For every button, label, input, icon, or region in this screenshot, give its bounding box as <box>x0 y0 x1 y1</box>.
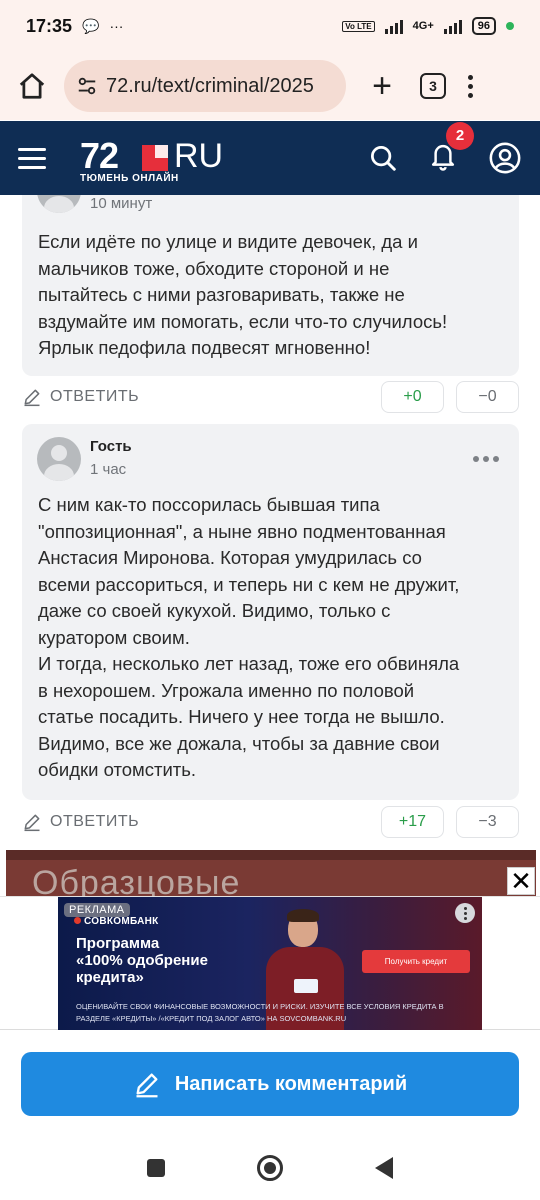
ad-banner[interactable]: РЕКЛАМА СОВКОМБАНК Программа «100% одобр… <box>58 897 482 1030</box>
chat-bubble-icon: 💬 <box>82 17 100 34</box>
site-settings-icon[interactable] <box>76 75 98 97</box>
write-comment-button[interactable]: Написать комментарий <box>21 1052 519 1116</box>
home-icon <box>19 73 45 99</box>
status-time: 17:35 <box>26 15 73 36</box>
comment-text: С ним как-то поссорилась бывшая типа "оп… <box>38 494 460 780</box>
comment-actions: ОТВЕТИТЬ +0 −0 <box>22 381 519 413</box>
hamburger-menu-icon[interactable] <box>18 147 46 169</box>
write-comment-label: Написать комментарий <box>174 1072 408 1095</box>
reply-button[interactable]: ОТВЕТИТЬ <box>22 812 139 832</box>
comment-time: 1 час <box>90 461 127 478</box>
reply-label: ОТВЕТИТЬ <box>50 388 140 405</box>
ad-fine-print: ОЦЕНИВАЙТЕ СВОИ ФИНАНСОВЫЕ ВОЗМОЖНОСТИ И… <box>76 1002 444 1023</box>
pencil-icon <box>136 1073 158 1098</box>
avatar <box>37 437 81 481</box>
new-tab-button[interactable]: + <box>364 68 400 104</box>
pencil-icon <box>24 389 40 407</box>
upvote-button[interactable]: +0 <box>381 381 444 413</box>
more-options-icon[interactable] <box>473 456 499 462</box>
status-bar: 17:35 💬 ··· Vo LTE 4G+ 96 <box>0 0 540 52</box>
notifications-button[interactable]: 2 <box>428 121 474 177</box>
signal-icon-2 <box>443 18 462 34</box>
network-type-label: 4G+ <box>412 20 434 32</box>
downvote-button[interactable]: −3 <box>456 806 519 838</box>
close-ad-button[interactable]: ✕ <box>507 867 535 895</box>
recent-apps-icon[interactable] <box>147 1159 165 1177</box>
comment-actions: ОТВЕТИТЬ +17 −3 <box>22 806 519 838</box>
reply-button[interactable]: ОТВЕТИТЬ <box>22 387 139 407</box>
reply-label: ОТВЕТИТЬ <box>50 813 140 830</box>
user-account-icon[interactable] <box>488 141 522 175</box>
signal-icon <box>384 18 403 34</box>
comment-author: Гость <box>90 438 132 455</box>
ad-image-strip[interactable]: Образцовые <box>6 850 536 896</box>
browser-menu-button[interactable] <box>468 74 473 98</box>
system-nav-bar <box>0 1136 540 1200</box>
downvote-button[interactable]: −0 <box>456 381 519 413</box>
ad-cta-button[interactable]: Получить кредит <box>362 950 470 973</box>
comments-list: 10 минут Если идёте по улице и видите де… <box>0 195 540 850</box>
home-circle-icon[interactable] <box>257 1155 283 1181</box>
back-triangle-icon[interactable] <box>375 1157 393 1179</box>
avatar <box>37 195 81 213</box>
home-button[interactable] <box>14 68 50 104</box>
ad-bank-name: СОВКОМБАНК <box>74 916 159 927</box>
notification-count-badge: 2 <box>446 121 474 150</box>
ad-options-icon[interactable] <box>455 903 475 923</box>
ad-background-text: Образцовые <box>32 864 241 896</box>
logo-number: 72 <box>80 135 119 176</box>
tab-switcher-button[interactable]: 3 <box>420 73 446 99</box>
logo-square-icon <box>142 145 168 171</box>
comment-time: 10 минут <box>90 195 153 212</box>
ad-tag: РЕКЛАМА <box>64 903 130 917</box>
url-text: 72.ru/text/criminal/2025 <box>106 74 314 97</box>
comment-card: 10 минут Если идёте по улице и видите де… <box>22 195 519 376</box>
ad-title: Программа «100% одобрение кредита» <box>76 935 208 986</box>
volte-icon: Vo LTE <box>342 20 375 32</box>
site-logo[interactable]: 72 RU ТЮМЕНЬ ОНЛАЙН <box>80 133 230 184</box>
logo-suffix: RU <box>174 137 224 175</box>
comment-card: Гость 1 час С ним как-то поссорилась быв… <box>22 424 519 800</box>
upvote-button[interactable]: +17 <box>381 806 444 838</box>
search-icon[interactable] <box>368 143 398 173</box>
privacy-dot-icon <box>506 22 514 30</box>
site-header: 72 RU ТЮМЕНЬ ОНЛАЙН 2 <box>0 121 540 195</box>
comment-text: Если идёте по улице и видите девочек, да… <box>38 231 448 358</box>
browser-toolbar: 72.ru/text/criminal/2025 + 3 <box>0 52 540 120</box>
logo-subtitle: ТЮМЕНЬ ОНЛАЙН <box>80 173 179 184</box>
more-notifications-icon: ··· <box>109 18 124 34</box>
battery-indicator: 96 <box>471 17 496 35</box>
address-bar[interactable]: 72.ru/text/criminal/2025 <box>64 60 346 112</box>
pencil-icon <box>24 814 40 832</box>
